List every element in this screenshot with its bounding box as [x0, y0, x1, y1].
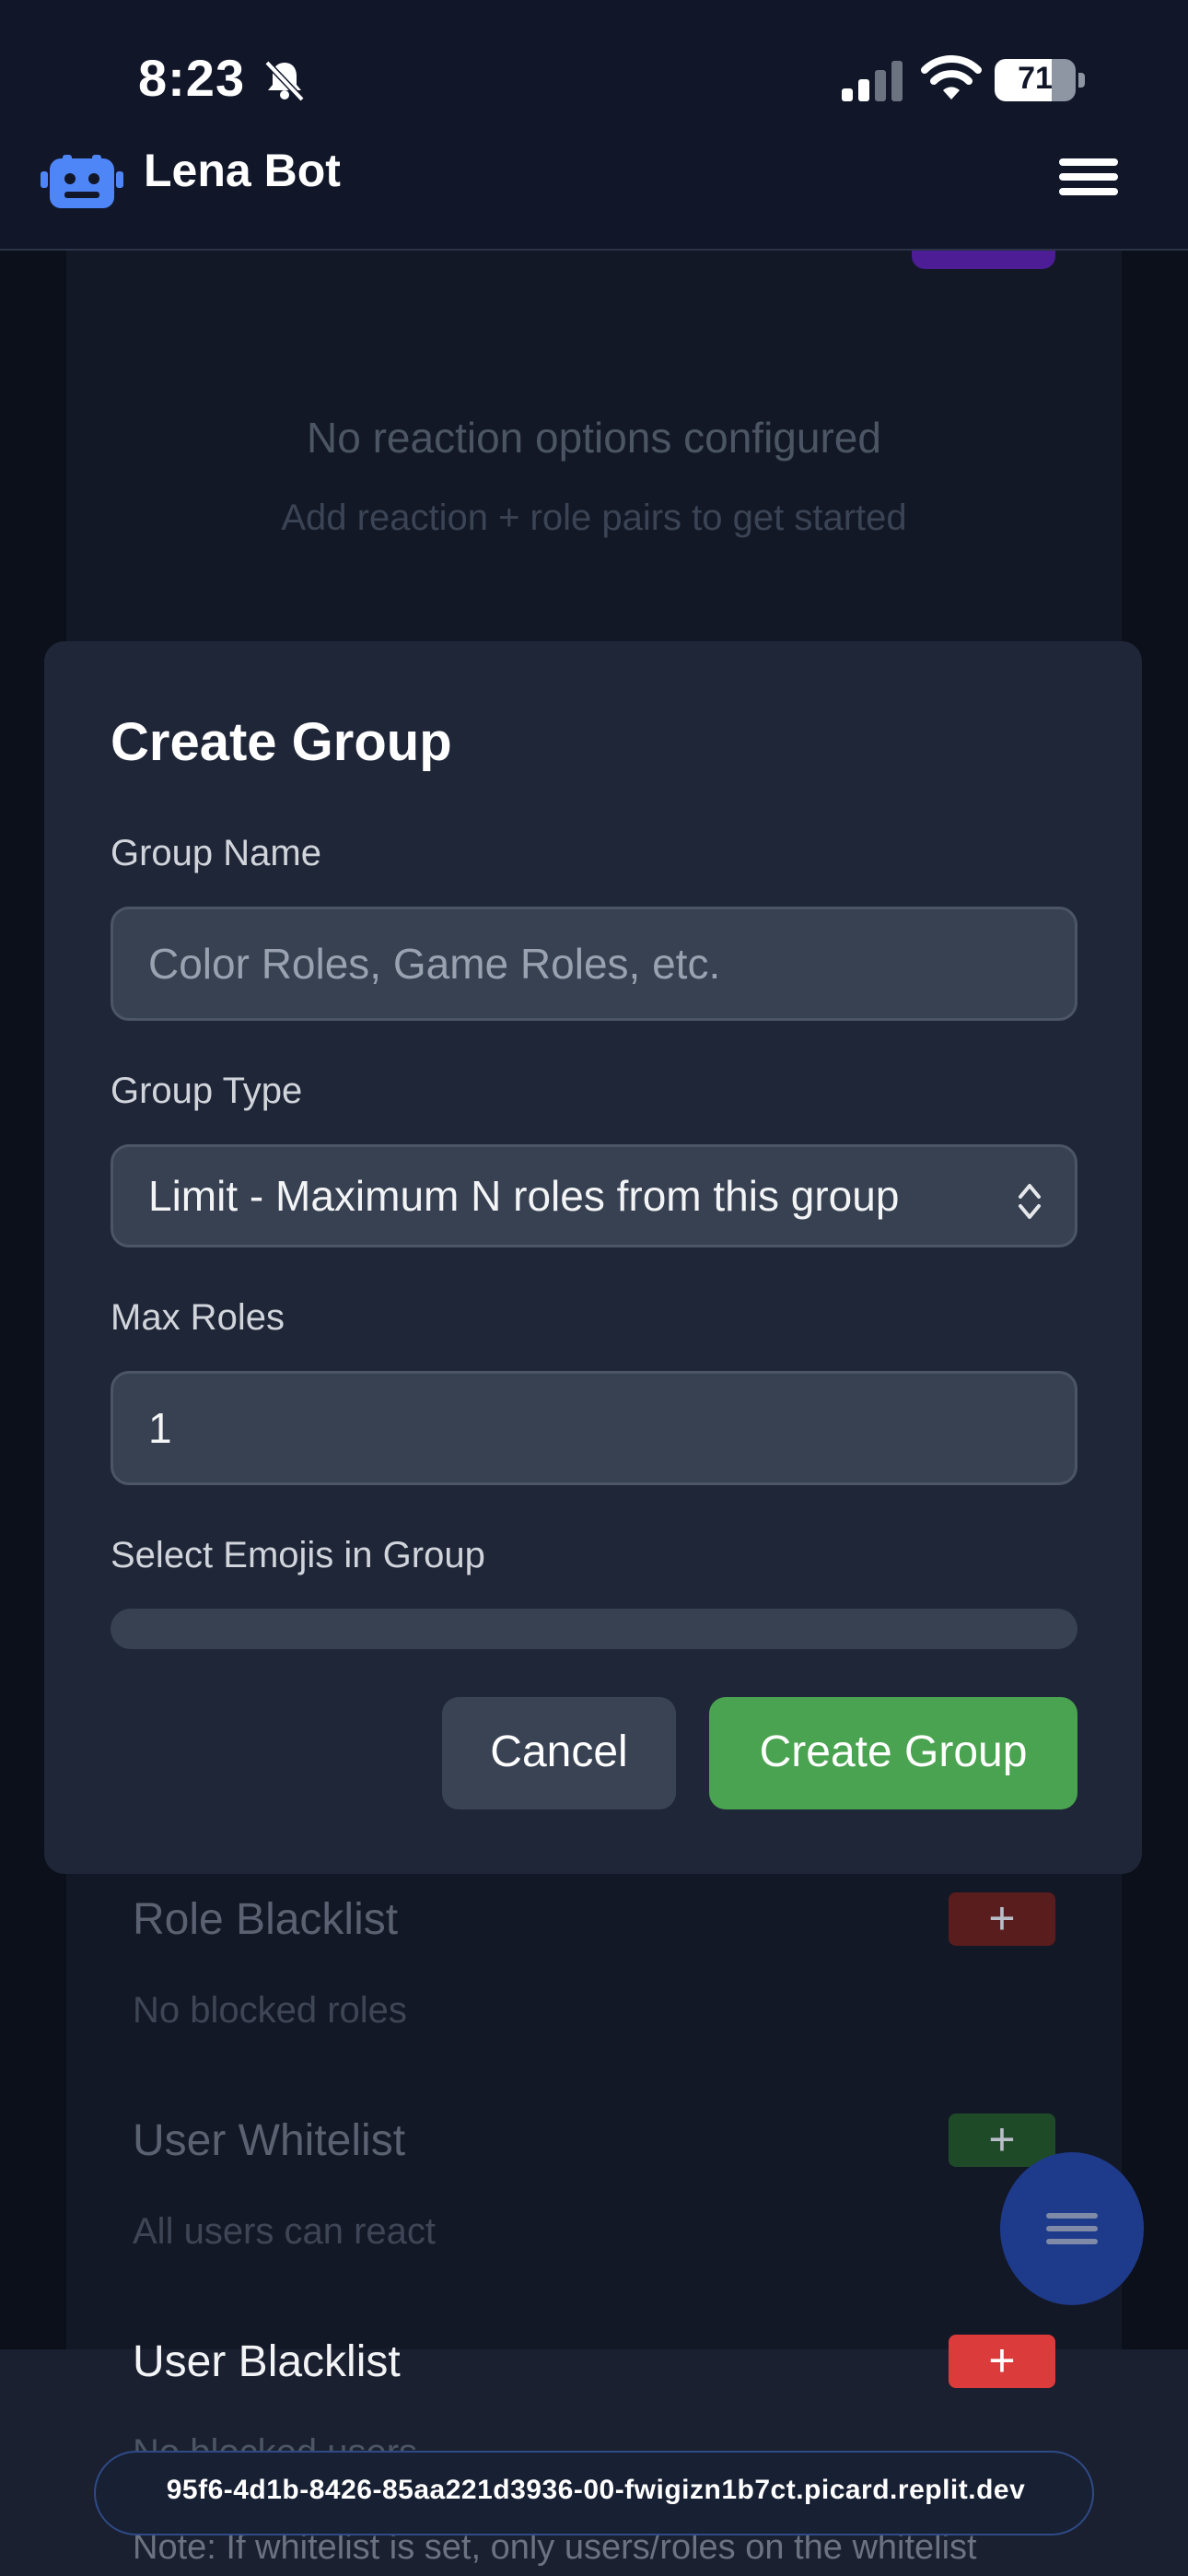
menu-line [1059, 173, 1118, 181]
url-bar[interactable]: 95f6-4d1b-8426-85aa221d3936-00-fwigizn1b… [94, 2451, 1094, 2535]
empty-state-title: No reaction options configured [307, 414, 881, 462]
group-type-dropdown[interactable]: Limit - Maximum N roles from this group [113, 1147, 1075, 1245]
battery-indicator: 71 [995, 59, 1085, 101]
chevron-up-down-icon [1019, 1184, 1041, 1219]
fab-line [1046, 2213, 1098, 2219]
role-blacklist-title: Role Blacklist [133, 1895, 399, 1944]
modal-title: Create Group [111, 712, 452, 772]
group-name-field[interactable] [111, 907, 1077, 1021]
fab-line [1046, 2239, 1098, 2244]
battery-level: 71 [1018, 61, 1053, 96]
group-type-label: Group Type [111, 1071, 303, 1111]
hamburger-icon[interactable] [1059, 158, 1118, 195]
user-whitelist-title: User Whitelist [133, 2116, 406, 2165]
user-whitelist-subtitle: All users can react [133, 2211, 437, 2252]
empty-state-subtitle: Add reaction + role pairs to get started [281, 498, 907, 538]
user-blacklist-title: User Blacklist [133, 2337, 401, 2386]
create-group-modal: Create Group Group Name Group Type Limit… [44, 641, 1142, 1874]
role-blacklist-add-button[interactable]: + [949, 1892, 1055, 1946]
role-blacklist-subtitle: No blocked roles [133, 1990, 407, 2031]
max-roles-label: Max Roles [111, 1297, 285, 1338]
menu-line [1059, 188, 1118, 195]
user-whitelist-add-button[interactable]: + [949, 2113, 1055, 2167]
create-group-button[interactable]: Create Group [709, 1697, 1077, 1809]
robot-icon [41, 155, 123, 208]
user-blacklist-add-button[interactable]: + [949, 2335, 1055, 2388]
brand-name: Lena Bot [144, 145, 341, 196]
status-time: 8:23 [138, 49, 246, 107]
floating-menu-button[interactable] [1000, 2152, 1144, 2305]
group-name-label: Group Name [111, 833, 321, 873]
fab-line [1046, 2226, 1098, 2231]
group-type-select[interactable]: Limit - Maximum N roles from this group [111, 1144, 1077, 1247]
emoji-select-label: Select Emojis in Group [111, 1535, 485, 1575]
wifi-icon [921, 55, 982, 100]
max-roles-input[interactable] [113, 1374, 1075, 1482]
url-text: 95f6-4d1b-8426-85aa221d3936-00-fwigizn1b… [166, 2475, 1026, 2505]
battery-icon: 71 [995, 59, 1076, 101]
group-name-input[interactable] [113, 909, 1075, 1018]
cancel-button[interactable]: Cancel [442, 1697, 676, 1809]
menu-line [1059, 158, 1118, 166]
bell-slash-icon [264, 60, 305, 102]
app-header: 8:23 71 Lena Bot [0, 0, 1188, 251]
battery-cap [1078, 73, 1085, 88]
cellular-signal-icon [842, 61, 903, 101]
emoji-selector[interactable] [111, 1609, 1077, 1649]
max-roles-field[interactable] [111, 1371, 1077, 1485]
app-screen: No reaction options configured Add react… [0, 0, 1188, 2576]
